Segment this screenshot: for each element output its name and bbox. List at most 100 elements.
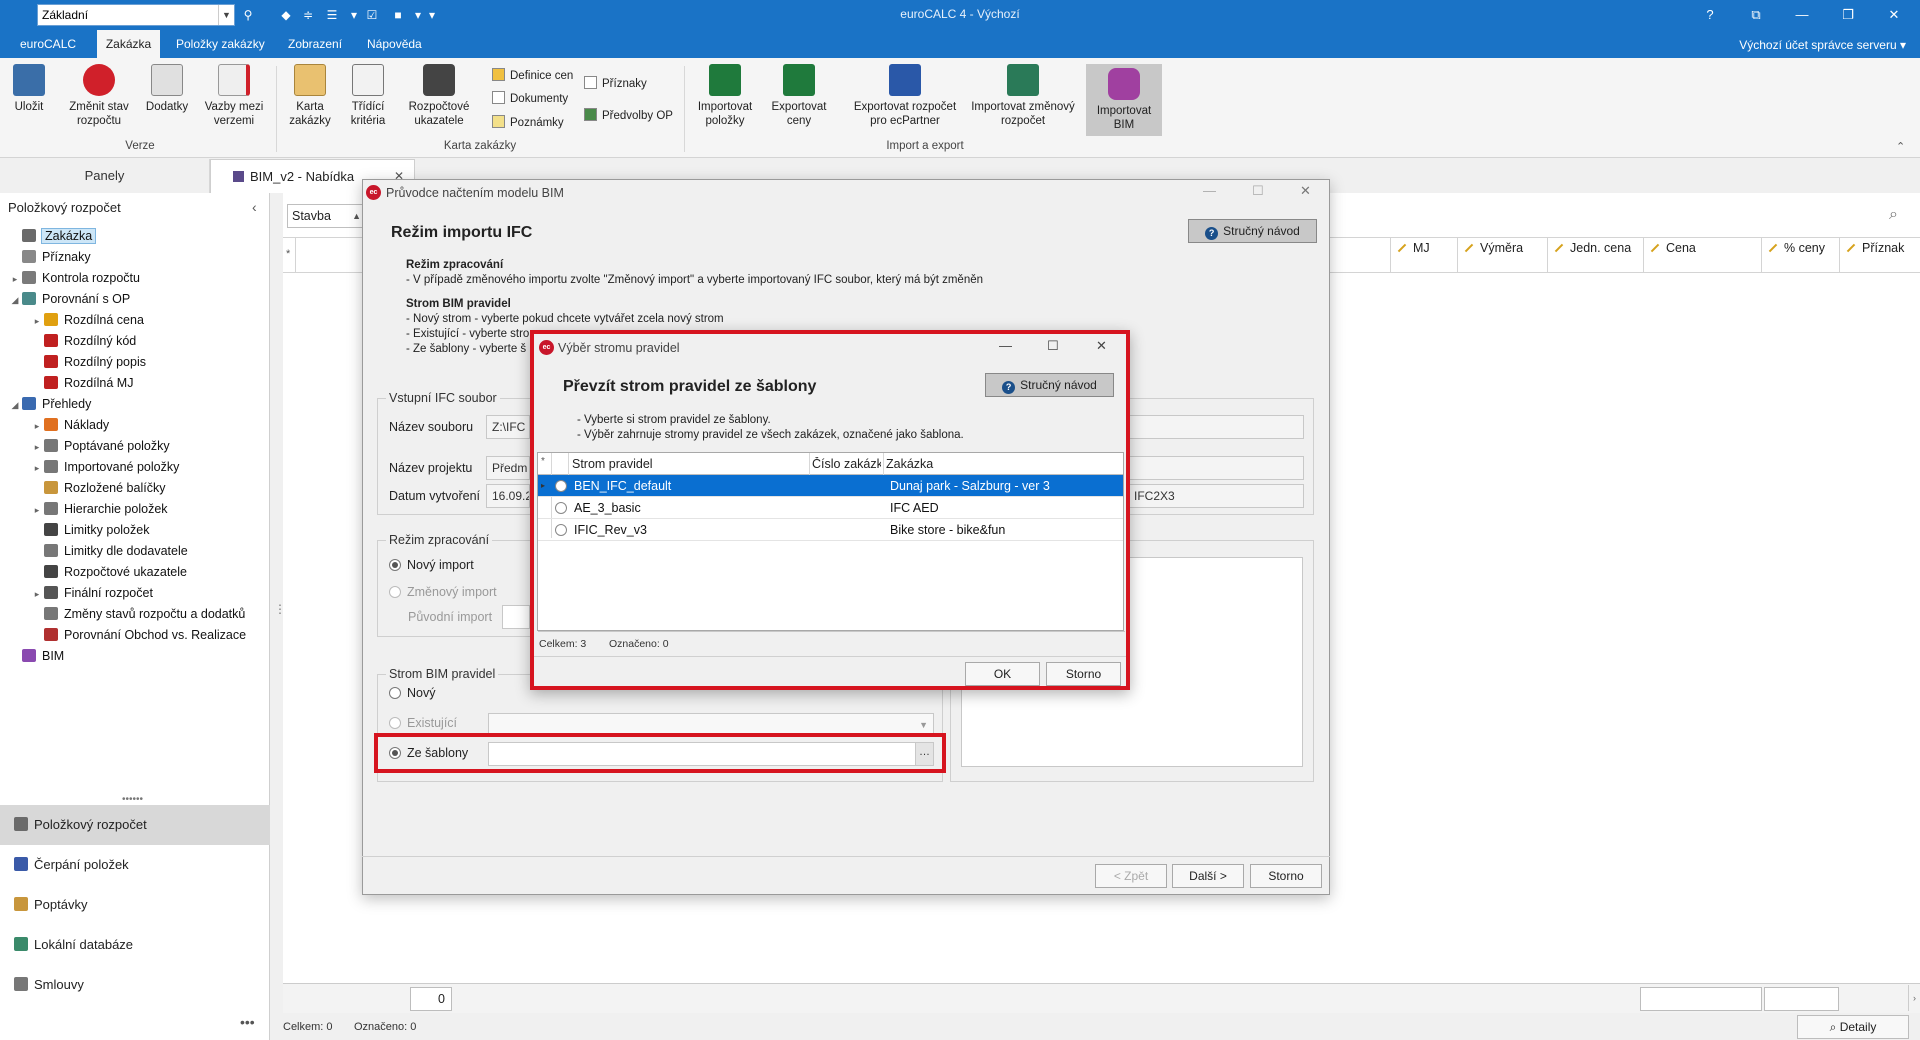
- tree-item[interactable]: BIM: [8, 646, 268, 667]
- restore-layout-icon[interactable]: ⧉: [1733, 0, 1779, 30]
- collapse-panel-icon[interactable]: ‹: [252, 199, 257, 215]
- change-status-button[interactable]: Změnit stav rozpočtu: [64, 64, 134, 128]
- version-links-button[interactable]: Vazby mezi verzemi: [200, 64, 268, 128]
- expand-arrow-icon[interactable]: ▸: [30, 416, 44, 437]
- documents-button[interactable]: Dokumenty: [492, 89, 568, 109]
- expand-arrow-icon[interactable]: ◢: [8, 395, 22, 416]
- table-row[interactable]: IFIC_Rev_v3 Bike store - bike&fun: [538, 519, 1123, 541]
- help-icon[interactable]: ?: [1687, 0, 1733, 30]
- tree-item[interactable]: ▸ Náklady: [8, 415, 268, 436]
- minimize-button[interactable]: —: [1779, 0, 1825, 30]
- table-row[interactable]: AE_3_basic IFC AED: [538, 497, 1123, 519]
- table-row[interactable]: ▸ BEN_IFC_default Dunaj park - Salzburg - …: [538, 475, 1123, 497]
- tree-item[interactable]: ▸ Importované položky: [8, 457, 268, 478]
- ok-button[interactable]: OK: [965, 662, 1040, 686]
- export-ecpartner-button[interactable]: Exportovat rozpočet pro ecPartner: [846, 64, 964, 128]
- op-preferences-button[interactable]: Předvolby OP: [584, 106, 673, 126]
- flags-button[interactable]: Příznaky: [584, 74, 647, 94]
- import-bim-button[interactable]: Importovat BIM: [1086, 64, 1162, 136]
- resize-grip[interactable]: ••••••: [122, 794, 143, 805]
- more-options-icon[interactable]: •••: [240, 1014, 255, 1030]
- grid-column-header[interactable]: Příznak: [1839, 237, 1920, 273]
- expand-arrow-icon[interactable]: ▸: [30, 500, 44, 521]
- tree-item[interactable]: ◢ Porovnání s OP: [8, 289, 268, 310]
- close-button[interactable]: ✕: [1871, 0, 1917, 30]
- original-import-field[interactable]: [502, 605, 530, 629]
- export-prices-button[interactable]: Exportovat ceny: [766, 64, 832, 128]
- tree-item[interactable]: Rozložené balíčky: [8, 478, 268, 499]
- tree-item[interactable]: Porovnání Obchod vs. Realizace: [8, 625, 268, 646]
- price-definitions-button[interactable]: Definice cen: [492, 66, 573, 86]
- tree-item[interactable]: ▸ Kontrola rozpočtu: [8, 268, 268, 289]
- search-icon[interactable]: ⌕: [1889, 206, 1898, 224]
- tree-item[interactable]: Rozdílný kód: [8, 331, 268, 352]
- close-button[interactable]: ✕: [1096, 338, 1107, 354]
- grid-column-header[interactable]: % ceny: [1761, 237, 1839, 273]
- nav-pane-item[interactable]: Čerpání položek: [0, 845, 270, 885]
- tree-item[interactable]: Rozpočtové ukazatele: [8, 562, 268, 583]
- tree-item[interactable]: Zakázka: [8, 226, 268, 247]
- save-button[interactable]: Uložit: [8, 64, 50, 114]
- tree-existing-radio[interactable]: Existující: [389, 716, 457, 730]
- tree-item[interactable]: Limitky dle dodavatele: [8, 541, 268, 562]
- import-change-budget-button[interactable]: Importovat změnový rozpočet: [970, 64, 1076, 128]
- mode-change-import-radio[interactable]: Změnový import: [389, 585, 497, 599]
- tree-item[interactable]: ▸ Rozdílná cena: [8, 310, 268, 331]
- expand-arrow-icon[interactable]: ▸: [8, 269, 22, 290]
- tree-item[interactable]: ▸ Poptávané položky: [8, 436, 268, 457]
- quick-guide-button[interactable]: ? Stručný návod: [1188, 219, 1317, 243]
- nav-pane-item[interactable]: Položkový rozpočet: [0, 805, 270, 845]
- tree-template-radio[interactable]: Ze šablony: [389, 746, 468, 760]
- maximize-button[interactable]: ☐: [1252, 183, 1264, 199]
- column-header-order[interactable]: Zakázka: [886, 457, 933, 471]
- tab-napoveda[interactable]: Nápověda: [357, 30, 432, 58]
- tree-item[interactable]: Změny stavů rozpočtu a dodatků: [8, 604, 268, 625]
- tree-item[interactable]: ▸ Finální rozpočet: [8, 583, 268, 604]
- nav-pane-item[interactable]: Lokální databáze: [0, 925, 270, 965]
- close-button[interactable]: ✕: [1300, 183, 1311, 199]
- nav-pane-item[interactable]: Poptávky: [0, 885, 270, 925]
- details-button[interactable]: ⌕ Detaily: [1797, 1015, 1909, 1039]
- browse-icon[interactable]: …: [915, 743, 933, 765]
- tree-item[interactable]: Limitky položek: [8, 520, 268, 541]
- mode-new-import-radio[interactable]: Nový import: [389, 558, 474, 572]
- maximize-button[interactable]: ☐: [1047, 338, 1059, 354]
- tab-zobrazeni[interactable]: Zobrazení: [278, 30, 352, 58]
- scroll-right-icon[interactable]: ›: [1908, 985, 1920, 1011]
- file-name-field[interactable]: Z:\IFC: [486, 415, 530, 439]
- picker-cancel-button[interactable]: Storno: [1046, 662, 1121, 686]
- minimize-button[interactable]: —: [999, 338, 1012, 353]
- filter-select[interactable]: Stavba ▲: [287, 204, 365, 228]
- tree-item[interactable]: ▸ Hierarchie položek: [8, 499, 268, 520]
- collapse-ribbon-icon[interactable]: ⌃: [1896, 140, 1905, 153]
- tree-new-radio[interactable]: Nový: [389, 686, 435, 700]
- grid-column-header[interactable]: Jedn. cena: [1547, 237, 1643, 273]
- expand-arrow-icon[interactable]: ◢: [8, 290, 22, 311]
- template-tree-field[interactable]: …: [488, 742, 934, 766]
- grid-column-header[interactable]: MJ: [1390, 237, 1457, 273]
- expand-arrow-icon[interactable]: ▸: [30, 437, 44, 458]
- tree-item[interactable]: Rozdílná MJ: [8, 373, 268, 394]
- grid-column-header[interactable]: Cena: [1643, 237, 1761, 273]
- column-header-tree[interactable]: Strom pravidel: [572, 457, 653, 471]
- account-menu[interactable]: Výchozí účet správce serveru ▾: [1739, 38, 1906, 52]
- minimize-button[interactable]: —: [1203, 183, 1216, 198]
- addenda-button[interactable]: Dodatky: [142, 64, 192, 114]
- order-card-button[interactable]: Karta zakázky: [285, 64, 335, 128]
- row-select-radio[interactable]: [555, 502, 567, 514]
- row-select-radio[interactable]: [555, 480, 567, 492]
- cancel-button[interactable]: Storno: [1250, 864, 1322, 888]
- expand-arrow-icon[interactable]: ▸: [30, 311, 44, 332]
- tab-zakazka[interactable]: Zakázka: [97, 30, 160, 58]
- next-button[interactable]: Další >: [1172, 864, 1244, 888]
- notes-button[interactable]: Poznámky: [492, 113, 564, 133]
- tab-polozky-zakazky[interactable]: Položky zakázky: [166, 30, 275, 58]
- budget-indicators-button[interactable]: Rozpočtové ukazatele: [404, 64, 474, 128]
- expand-arrow-icon[interactable]: ▸: [30, 458, 44, 479]
- sort-criteria-button[interactable]: Třídící kritéria: [342, 64, 394, 128]
- back-button[interactable]: < Zpět: [1095, 864, 1167, 888]
- maximize-button[interactable]: ❐: [1825, 0, 1871, 30]
- tree-item[interactable]: ◢ Přehledy: [8, 394, 268, 415]
- expand-arrow-icon[interactable]: ▸: [30, 584, 44, 605]
- import-items-button[interactable]: Importovat položky: [692, 64, 758, 128]
